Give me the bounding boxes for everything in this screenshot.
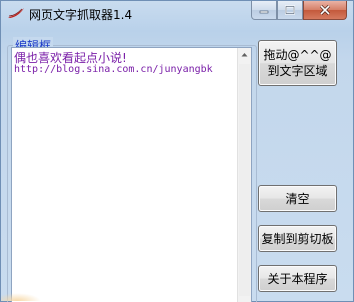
app-window: 网页文字抓取器1.4 编辑框 偶也喜欢看起点小说! http://blog.si… [0,0,354,302]
vertical-scrollbar[interactable] [237,48,251,302]
scrollbar-track[interactable] [239,64,250,296]
about-button[interactable]: 关于本程序 [258,265,337,292]
app-logo-icon [8,8,24,18]
copy-to-clipboard-button[interactable]: 复制到剪切板 [258,225,337,252]
editor-line: http://blog.sina.com.cn/junyangbk [14,64,213,75]
maximize-icon [285,5,295,15]
minimize-button[interactable] [251,1,277,20]
minimize-icon [259,10,269,14]
scroll-up-arrow-icon[interactable] [238,48,251,62]
clear-button[interactable]: 清空 [258,185,337,212]
decorative-glow [1,293,41,301]
close-icon [319,5,331,15]
window-title: 网页文字抓取器1.4 [29,8,133,22]
drag-to-text-area-button[interactable]: 拖动@^^@到文字区域 [258,40,337,86]
close-button[interactable] [303,1,347,20]
maximize-button[interactable] [277,1,303,20]
editor-textarea[interactable]: 偶也喜欢看起点小说! http://blog.sina.com.cn/junya… [11,47,252,302]
title-bar[interactable]: 网页文字抓取器1.4 [1,1,353,27]
caption-buttons [251,1,347,20]
